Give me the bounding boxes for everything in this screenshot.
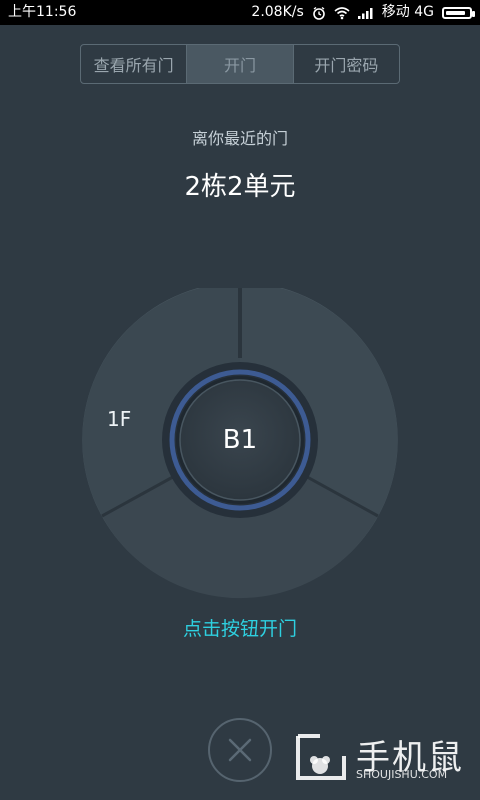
nearest-door-label: 离你最近的门 [191, 129, 288, 148]
carrier-label: 移动 4G [381, 4, 434, 20]
watermark: 手机鼠 SHOUJISHU.COM [294, 728, 480, 788]
watermark-logo-icon [296, 734, 346, 780]
tab-all-doors[interactable]: 查看所有门 [81, 45, 188, 83]
battery-icon [442, 6, 475, 19]
status-right-group: 2.08K/s 移动 4G [251, 0, 475, 25]
watermark-brand-en: SHOUJISHU.COM [356, 768, 448, 781]
status-time: 上午11:56 [8, 4, 77, 20]
close-icon [228, 738, 252, 762]
battery-fill [446, 10, 465, 15]
alarm-icon [312, 6, 326, 20]
floor-label-1f: 1F [107, 407, 132, 431]
status-bar: 上午11:56 2.08K/s 移动 4G [0, 0, 480, 25]
close-button[interactable] [208, 718, 272, 782]
wifi-icon [334, 6, 350, 20]
door-tabs: 查看所有门 开门 开门密码 [80, 44, 400, 84]
tap-to-open-hint: 点击按钮开门 [182, 618, 297, 640]
tab-open-door[interactable]: 开门 [187, 45, 294, 83]
signal-icon [357, 7, 374, 19]
building-name: 2栋2单元 [184, 172, 296, 202]
center-floor-label: B1 [222, 425, 258, 455]
network-speed: 2.08K/s [251, 4, 304, 20]
tab-door-password[interactable]: 开门密码 [294, 45, 399, 83]
